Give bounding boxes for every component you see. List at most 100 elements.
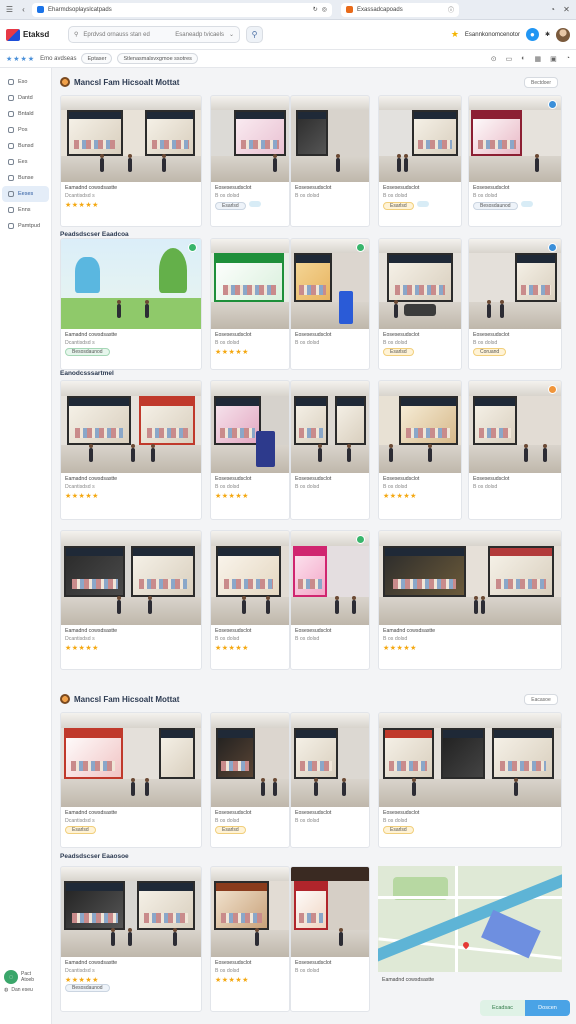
store-card[interactable]: Eosesesudsclot B os dolsd ★★★★★ <box>210 238 290 370</box>
store-card[interactable]: Eosesesudsclot B os dolsd <box>290 530 370 670</box>
sidebar-item-active[interactable]: Eeses <box>2 186 49 202</box>
store-card[interactable]: Eosesesudsclot B os dolsd <box>290 380 370 520</box>
location-icon[interactable]: ⊙ <box>491 55 497 63</box>
bell-icon[interactable]: ◔ <box>547 4 558 15</box>
filter-chip[interactable]: Stlenasmalsvxgmoe ssotres <box>117 53 198 64</box>
sidebar-item[interactable]: Pos <box>2 122 49 138</box>
favorite-badge-icon[interactable] <box>548 100 557 109</box>
store-card[interactable]: Eamadnd cowsdsastte Dcantisdsd s Esarlsd <box>60 712 202 848</box>
group-label: Peadsdscser Eaaosoe <box>60 853 129 860</box>
floating-primary-button[interactable]: Doscen <box>525 1000 570 1016</box>
section-action-button[interactable]: Bectdoer <box>524 77 558 88</box>
store-card[interactable]: Eamadnd cowsdsastte Dcantisdsd s ★★★★★ <box>60 95 202 227</box>
chat-icon[interactable]: ◍ <box>4 987 8 993</box>
tag-pill[interactable]: Esarlsd <box>215 826 246 834</box>
star-icon[interactable]: ★ <box>451 29 459 40</box>
chevron-down-icon[interactable]: ⌄ <box>229 31 234 38</box>
tag-pill[interactable]: Besosdaunod <box>473 202 518 210</box>
store-card[interactable]: Eosesesudsclot B os dolsd Besosdaunod <box>468 95 562 227</box>
avatar[interactable] <box>556 27 570 42</box>
list-view-icon[interactable]: ▭ <box>506 55 513 63</box>
sidebar-item[interactable]: Bunsd <box>2 138 49 154</box>
like-icon[interactable] <box>248 201 261 207</box>
store-location: B os dolsd <box>215 340 240 346</box>
store-card[interactable]: Eamadnd cowsdsastte B os dolsd ★★★★★ <box>378 530 562 670</box>
back-icon[interactable]: ‹ <box>18 4 29 15</box>
rating-filter-stars[interactable]: ★★★★ <box>6 55 35 63</box>
sidebar-item[interactable]: Enns <box>2 202 49 218</box>
search-button[interactable]: ⚲ <box>246 26 263 43</box>
browser-menu-icon[interactable]: ☰ <box>4 4 15 15</box>
tag-pill[interactable]: Esarlsd <box>383 826 414 834</box>
favorite-badge-icon[interactable] <box>548 243 557 252</box>
tag-pill[interactable]: Coruand <box>473 348 507 356</box>
browser-tab-main[interactable]: Eharmdsoplayslcatpads ↻ ◎ <box>32 2 332 17</box>
favorite-badge-icon[interactable] <box>188 243 197 252</box>
store-photo <box>291 531 369 625</box>
store-name: Eosesesudsclot <box>295 628 332 634</box>
favorite-badge-icon[interactable] <box>356 243 365 252</box>
store-card[interactable]: Eosesesudsclot B os dolsd Coruand <box>468 238 562 370</box>
close-icon[interactable]: ✕ <box>561 4 572 15</box>
store-card[interactable]: Eosesesudsclot B os dolsd Esarlsd <box>378 95 462 227</box>
notification-icon[interactable]: ● <box>525 28 539 41</box>
tab-settings-icon[interactable]: ◎ <box>322 6 327 13</box>
store-card[interactable]: Eamadnd cowsdsastte Dcantisdsd s Besosda… <box>60 238 202 370</box>
sidebar-item-icon <box>8 79 14 85</box>
store-card[interactable]: Eamadnd cowsdsastte Dcantisdsd s ★★★★★ B… <box>60 866 202 1012</box>
store-map[interactable] <box>378 866 562 972</box>
store-card[interactable]: Eamadnd cowsdsastte Dcantisdsd s ★★★★★ <box>60 380 202 520</box>
sidebar-item[interactable]: Bntald <box>2 106 49 122</box>
floating-secondary-button[interactable]: Ecadsac <box>480 1000 525 1016</box>
store-card[interactable]: Eosesesudsclot B os dolsd Esarlsd <box>378 238 462 370</box>
filter-chip[interactable]: Eptaser <box>81 53 113 64</box>
store-location: B os dolsd <box>473 340 498 346</box>
sidebar-item[interactable]: Dantd <box>2 90 49 106</box>
browser-tab-second[interactable]: Exassadcapoads ⓘ <box>341 2 459 17</box>
tag-pill[interactable]: Besosdaunod <box>65 984 110 992</box>
store-location: Dcantisdsd s <box>65 193 95 199</box>
store-card[interactable]: Eosesesudsclot B os dolsd ★★★★★ <box>210 866 290 1012</box>
section-action-button[interactable]: Eacasoe <box>524 694 558 705</box>
app-logo[interactable]: Etaksd <box>6 28 58 41</box>
store-location: Dcantisdsd s <box>65 340 95 346</box>
tag-pill[interactable]: Esarlsd <box>383 202 414 210</box>
refresh-icon[interactable]: ↻ <box>313 6 318 13</box>
sidebar-item-label: Enns <box>18 207 31 213</box>
favorite-badge-icon[interactable] <box>356 535 365 544</box>
tag-pill[interactable]: Esarlsd <box>65 826 96 834</box>
share-icon[interactable]: ◐ <box>521 55 525 62</box>
footer-label: Atoeb <box>21 977 35 983</box>
store-card[interactable]: Eosesesudsclot B os dolsd Esarlsd <box>378 712 562 848</box>
store-card[interactable]: Eosesesudsclot B os dolsd ★★★★★ <box>210 530 290 670</box>
store-card[interactable]: Eosesesudsclot B os dolsd <box>290 95 370 227</box>
lock-icon[interactable]: ▣ <box>550 55 557 63</box>
favorite-badge-icon[interactable] <box>548 385 557 394</box>
store-card[interactable]: Eamadnd cowsdsastte Dcantisdsd s ★★★★★ <box>60 530 202 670</box>
sidebar-item[interactable]: Eso <box>2 74 49 90</box>
tag-pill[interactable]: Besosdaunod <box>65 348 110 356</box>
store-card[interactable]: Eosesesudsclot B os dolsd ★★★★★ <box>210 380 290 520</box>
sidebar-item[interactable]: Bunse <box>2 170 49 186</box>
settings-gear-icon[interactable]: ✱ <box>545 31 550 38</box>
store-card[interactable]: Eosesesudsclot B os dolsd ★★★★★ <box>378 380 462 520</box>
search-input[interactable]: ⚲ Eprdvsd ornauss stan ed Esaneadp tvica… <box>68 26 240 43</box>
tag-pill[interactable]: Esarlsd <box>383 348 414 356</box>
grid-view-icon[interactable]: ▦ <box>535 55 542 63</box>
store-name: Eosesesudsclot <box>215 332 252 338</box>
sidebar-item[interactable]: Ees <box>2 154 49 170</box>
store-card[interactable]: Eosesesudsclot B os dolsd <box>290 238 370 370</box>
like-icon[interactable] <box>520 201 533 207</box>
sidebar-item[interactable]: Pamtpud <box>2 218 49 234</box>
logo-mark-icon <box>6 28 20 41</box>
store-card[interactable]: Eosesesudsclot B os dolsd Esarlsd <box>210 712 290 848</box>
store-card[interactable]: Eosesesudsclot B os dolsd <box>290 866 370 1012</box>
like-icon[interactable] <box>416 201 429 207</box>
store-card[interactable]: Eosesesudsclot B os dolsd <box>290 712 370 848</box>
help-icon[interactable]: ◌ <box>4 970 18 984</box>
info-icon[interactable]: ⓘ <box>448 5 454 14</box>
bookmark-icon[interactable]: ◔ <box>566 55 570 62</box>
store-card[interactable]: Eosesesudsclot B os dolsd <box>468 380 562 520</box>
tag-pill[interactable]: Esarlsd <box>215 202 246 210</box>
store-card[interactable]: Eosesesudsclot B os dolsd Esarlsd <box>210 95 290 227</box>
